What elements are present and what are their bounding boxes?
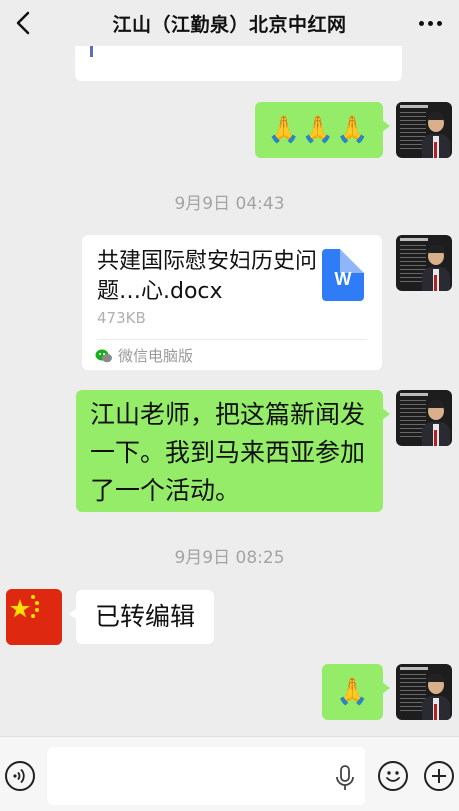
- pray-emoji: 🙏: [336, 677, 369, 707]
- chat-header: 江山（江勤泉）北京中红网: [0, 0, 459, 46]
- plus-icon: [432, 769, 446, 783]
- word-file-icon: W: [322, 249, 364, 301]
- avatar-text: [400, 393, 428, 396]
- message-bubble-text[interactable]: 江山老师，把这篇新闻发一下。我到马来西亚参加了一个活动。: [76, 390, 390, 512]
- message-bubble-text[interactable]: 已转编辑: [69, 590, 214, 644]
- back-button[interactable]: [6, 6, 40, 40]
- avatar-tie: [434, 704, 437, 720]
- voice-icon: [13, 768, 25, 784]
- avatar-tie: [434, 430, 437, 446]
- message-bubble-emoji[interactable]: 🙏🙏🙏: [255, 102, 390, 158]
- avatar-hair: [428, 674, 444, 682]
- my-avatar[interactable]: [396, 102, 452, 158]
- avatar-text: [400, 105, 428, 108]
- my-avatar[interactable]: [396, 390, 452, 446]
- avatar-hair: [428, 112, 444, 120]
- message-input[interactable]: [47, 747, 365, 805]
- china-flag-icon: [6, 589, 62, 645]
- avatar-tie: [434, 142, 437, 158]
- message-text: 江山老师，把这篇新闻发一下。我到马来西亚参加了一个活动。: [90, 400, 366, 505]
- voice-button[interactable]: [5, 761, 35, 791]
- contact-avatar[interactable]: [6, 589, 62, 645]
- back-icon: [16, 11, 30, 35]
- wechat-pc-icon: [95, 349, 112, 362]
- divider: [97, 339, 367, 340]
- mic-icon[interactable]: [334, 765, 356, 791]
- message-text: 已转编辑: [94, 602, 195, 631]
- file-name: 共建国际慰安妇历史问题…心.docx: [97, 249, 318, 304]
- emoji-button[interactable]: [378, 761, 408, 791]
- input-bar: [0, 736, 459, 811]
- message-bubble-emoji[interactable]: 🙏: [322, 664, 390, 720]
- file-icon-letter: W: [334, 269, 352, 289]
- more-icon-dot: [427, 20, 433, 26]
- plus-button[interactable]: [424, 761, 454, 791]
- file-size: 473KB: [97, 309, 146, 327]
- timestamp: 9月9日 08:25: [174, 548, 285, 568]
- avatar-hair: [428, 245, 444, 253]
- file-source-label: 微信电脑版: [118, 347, 194, 365]
- more-button[interactable]: [413, 9, 447, 37]
- pray-emoji: 🙏🙏🙏: [267, 115, 371, 145]
- avatar-hair: [428, 400, 444, 408]
- timestamp: 9月9日 04:43: [174, 194, 285, 214]
- more-icon-dot: [436, 20, 442, 26]
- avatar-text: [400, 238, 428, 241]
- text-cursor: [90, 46, 93, 57]
- my-avatar[interactable]: [396, 235, 452, 291]
- file-source: 微信电脑版: [95, 345, 193, 366]
- avatar-tie: [434, 275, 437, 291]
- chat-title: 江山（江勤泉）北京中红网: [112, 13, 347, 36]
- message-list[interactable]: 🙏🙏🙏 9月9日 04:43 共建国际慰安妇历史问题…心.docx 473KB …: [0, 46, 459, 736]
- file-message-card[interactable]: 共建国际慰安妇历史问题…心.docx 473KB W 微信电脑版: [82, 235, 382, 370]
- avatar-text: [400, 667, 428, 670]
- my-avatar[interactable]: [396, 664, 452, 720]
- message-bubble-partial[interactable]: [75, 46, 402, 81]
- more-icon: [418, 20, 424, 26]
- emoji-icon: [386, 771, 400, 782]
